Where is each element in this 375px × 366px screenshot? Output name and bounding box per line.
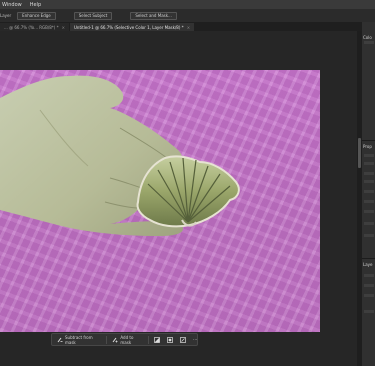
properties-row[interactable]: [364, 154, 374, 157]
properties-row[interactable]: [364, 222, 374, 225]
subtract-from-mask-button[interactable]: Subtract from mask: [57, 335, 101, 345]
tab-untitled-1-label: Untitled-1 @ 66.7% (Selective Color 1, L…: [73, 24, 184, 30]
close-icon[interactable]: ×: [187, 25, 190, 30]
scrollbar-thumb[interactable]: [358, 138, 361, 168]
document-canvas[interactable]: [0, 70, 320, 332]
properties-row[interactable]: [364, 180, 374, 183]
invert-icon: [154, 336, 161, 343]
invert-mask-button[interactable]: [154, 336, 162, 343]
layers-panel-header[interactable]: Laye: [363, 262, 373, 267]
brush-minus-icon: [57, 337, 63, 343]
options-bar: Layer Enhance Edge Select Subject Select…: [0, 9, 375, 22]
select-subject-button[interactable]: Select Subject: [73, 11, 113, 20]
menu-bar: Window Help: [0, 0, 375, 9]
properties-row[interactable]: [364, 172, 374, 175]
close-icon[interactable]: ×: [62, 25, 65, 30]
properties-row[interactable]: [364, 210, 374, 213]
color-panel-control[interactable]: [364, 41, 374, 44]
properties-row[interactable]: [364, 200, 374, 203]
add-to-mask-button[interactable]: Add to mask: [112, 335, 143, 345]
mask-settings-button[interactable]: [167, 336, 175, 343]
divider: [106, 335, 108, 344]
color-panel-header[interactable]: Colo: [363, 35, 372, 40]
properties-row[interactable]: [364, 234, 374, 237]
menu-window[interactable]: Window: [2, 2, 22, 8]
right-panel-dock: Colo Prop Laye: [362, 22, 375, 366]
properties-row[interactable]: [364, 190, 374, 193]
properties-panel-header[interactable]: Prop: [363, 144, 372, 149]
tab-untitled-1[interactable]: Untitled-1 @ 66.7% (Selective Color 1, L…: [69, 23, 195, 31]
tab-document-1-label: ... @ 66.7% (Yo... RGB/8*) *: [4, 24, 59, 30]
layers-row[interactable]: [364, 274, 374, 277]
tab-document-1[interactable]: ... @ 66.7% (Yo... RGB/8*) * ×: [0, 23, 69, 31]
add-to-mask-label: Add to mask: [120, 334, 134, 345]
select-and-mask-button[interactable]: Select and Mask...: [130, 11, 177, 20]
options-layer-label: Layer: [0, 13, 12, 18]
document-tabs: ... @ 66.7% (Yo... RGB/8*) * × Untitled-…: [0, 22, 362, 31]
mask-icon: [167, 336, 174, 343]
photo-hand-shell: [0, 75, 240, 236]
divider: [362, 258, 375, 259]
shell-shape: [136, 155, 240, 228]
contextual-task-bar: Subtract from mask Add to mask ···: [51, 333, 198, 346]
divider: [362, 140, 375, 141]
enhance-edge-button[interactable]: Enhance Edge: [17, 11, 56, 20]
more-icon: ···: [193, 337, 197, 342]
feather-button[interactable]: [180, 336, 188, 343]
subtract-from-mask-label: Subtract from mask: [65, 334, 93, 345]
layers-row[interactable]: [364, 310, 374, 313]
divider: [148, 335, 150, 344]
menu-help[interactable]: Help: [30, 2, 41, 8]
properties-row[interactable]: [364, 162, 374, 165]
layers-row[interactable]: [364, 284, 374, 287]
more-options-button[interactable]: ···: [193, 337, 197, 342]
layers-row[interactable]: [364, 294, 374, 297]
brush-plus-icon: [112, 337, 118, 343]
feather-icon: [180, 336, 187, 343]
